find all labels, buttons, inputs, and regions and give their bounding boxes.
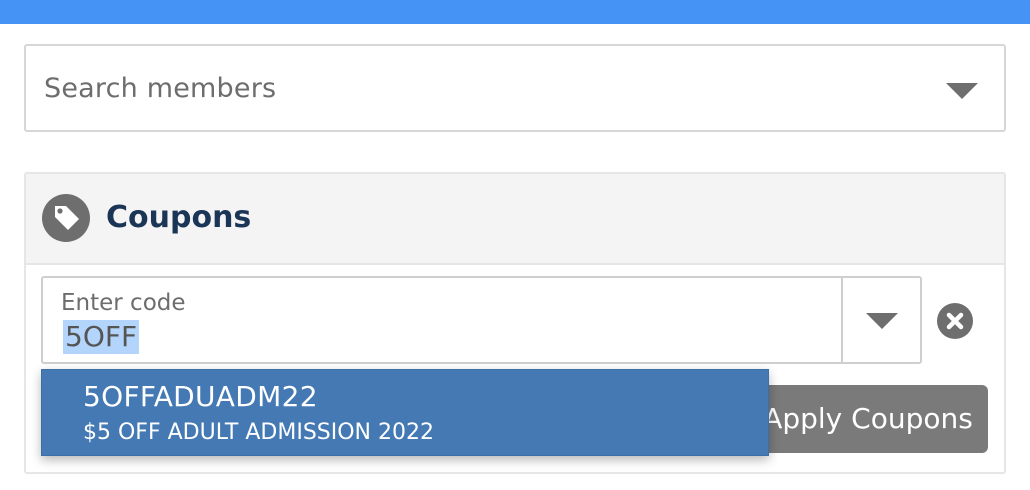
search-members-select[interactable]: Search members [24,44,1006,132]
coupon-suggestion-item[interactable]: 5OFFADUADM22 $5 OFF ADULT ADMISSION 2022 [41,369,769,456]
tag-icon [42,194,90,242]
chevron-down-icon [866,313,898,329]
coupon-dropdown-button[interactable] [841,276,922,364]
apply-coupons-button[interactable]: Apply Coupons [748,385,988,453]
coupons-title: Coupons [106,200,252,235]
chevron-down-icon[interactable] [946,83,978,99]
search-placeholder: Search members [44,73,277,104]
coupon-code-label: Enter code [61,290,186,316]
coupons-header: Coupons [26,174,1004,265]
suggestion-code: 5OFFADUADM22 [83,380,318,413]
suggestion-description: $5 OFF ADULT ADMISSION 2022 [83,420,434,445]
coupon-code-value[interactable]: 5OFF [63,320,140,354]
top-accent-bar [0,0,1030,24]
close-circle-icon [946,312,964,330]
clear-code-button[interactable] [937,303,973,339]
coupon-code-input[interactable]: Enter code 5OFF [41,276,842,364]
